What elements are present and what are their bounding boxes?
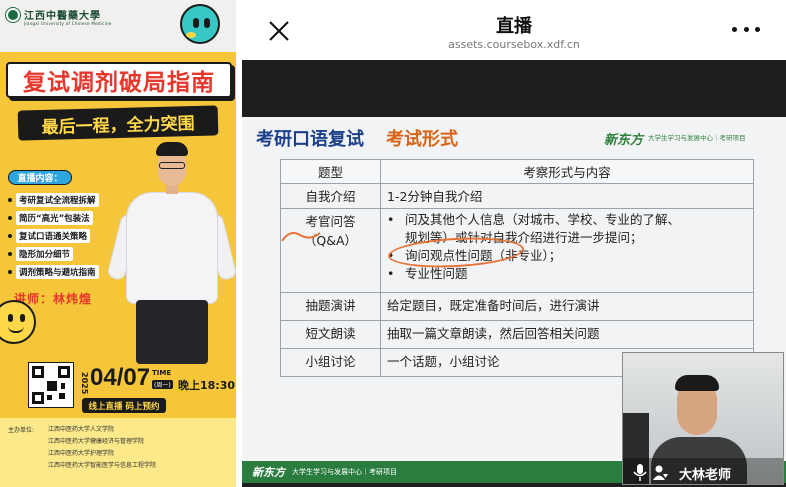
content-item: 考研复试全流程拆解: [8, 192, 126, 207]
content-item: 隐形加分细节: [8, 246, 126, 261]
slide-title-highlight: 考试形式: [386, 129, 458, 150]
teacher-camera-feed[interactable]: 大林老师: [622, 352, 784, 485]
organizer-item: 江西中医药大学护理学院: [48, 450, 115, 457]
footer-brand: 新东方: [252, 466, 285, 479]
live-booking-strip: 线上直播 码上预约: [82, 398, 166, 413]
organizers-block: 主办单位: 江西中医药大学人文学院 江西中医药大学健康经济与管理学院 江西中医药…: [0, 418, 236, 487]
organizer-label: 主办单位:: [8, 427, 35, 434]
content-item: 复试口语通关策略: [8, 228, 126, 243]
exam-format-table: 题型 考察形式与内容 自我介绍 1-2分钟自我介绍 考官问答（Q&A） • 问及其…: [280, 159, 754, 377]
university-logo-icon: [6, 8, 20, 22]
live-video-player[interactable]: 考研口语复试 考试形式 新东方 大学生学习与发展中心｜考研项目 题型 考察形式与…: [242, 60, 786, 487]
event-weekday: (周一): [152, 380, 173, 389]
poster-title: 复试调剂破局指南: [6, 62, 232, 98]
slide-brand-subtitle: 大学生学习与发展中心｜考研项目: [648, 134, 746, 142]
page-url: assets.coursebox.xdf.cn: [448, 38, 580, 51]
smiley-emoji-icon: [0, 300, 36, 344]
university-name: 江西中醫藥大學: [24, 11, 101, 22]
live-browser-pane: 直播 assets.coursebox.xdf.cn 考研口语复试 考试形式 新…: [242, 0, 786, 487]
event-poster: 江西中醫藥大學 Jiangxi University of Chinese Me…: [0, 0, 236, 487]
qr-code[interactable]: [28, 362, 74, 408]
lecturer-photo: [106, 142, 236, 364]
event-time: 晚上18:30: [178, 379, 236, 392]
cool-face-emoji-icon: [180, 4, 220, 44]
more-dots-icon: [732, 26, 737, 32]
footer-text: 大学生学习与发展中心｜考研项目: [292, 468, 397, 476]
table-row: 自我介绍 1-2分钟自我介绍: [280, 183, 754, 209]
microphone-icon[interactable]: [633, 464, 647, 481]
slide-brand-logo: 新东方: [604, 133, 644, 148]
camera-info-bar: 大林老师: [623, 458, 783, 484]
organizer-item: 江西中医药大学健康经济与管理学院: [48, 438, 145, 445]
content-item: 简历“高光”包装法: [8, 210, 126, 225]
participants-icon: [653, 465, 668, 480]
event-year: 2025: [80, 372, 89, 395]
organizer-item: 江西中医药大学人文学院: [48, 426, 115, 433]
annotation-scribble: [281, 232, 321, 242]
table-header-type: 题型: [280, 159, 381, 184]
page-title: 直播: [496, 16, 532, 37]
table-header-content: 考察形式与内容: [380, 159, 754, 184]
content-tag: 直播内容：: [8, 170, 72, 185]
poster-subtitle: 最后一程，全力突围: [17, 105, 219, 141]
table-row: 短文朗读 抽取一篇文章朗读，然后回答相关问题: [280, 320, 754, 349]
organizer-item: 江西中医药大学智能医学与信息工程学院: [48, 462, 157, 469]
university-english-name: Jiangxi University of Chinese Medicine: [24, 21, 112, 26]
more-options-button[interactable]: [732, 20, 760, 38]
teacher-name: 大林老师: [679, 468, 732, 483]
table-row: 抽题演讲 给定题目，既定准备时间后，进行演讲: [280, 292, 754, 321]
slide-title-main: 考研口语复试: [256, 129, 364, 150]
time-label: TIME: [152, 369, 172, 377]
event-date: 04/07: [90, 364, 151, 391]
